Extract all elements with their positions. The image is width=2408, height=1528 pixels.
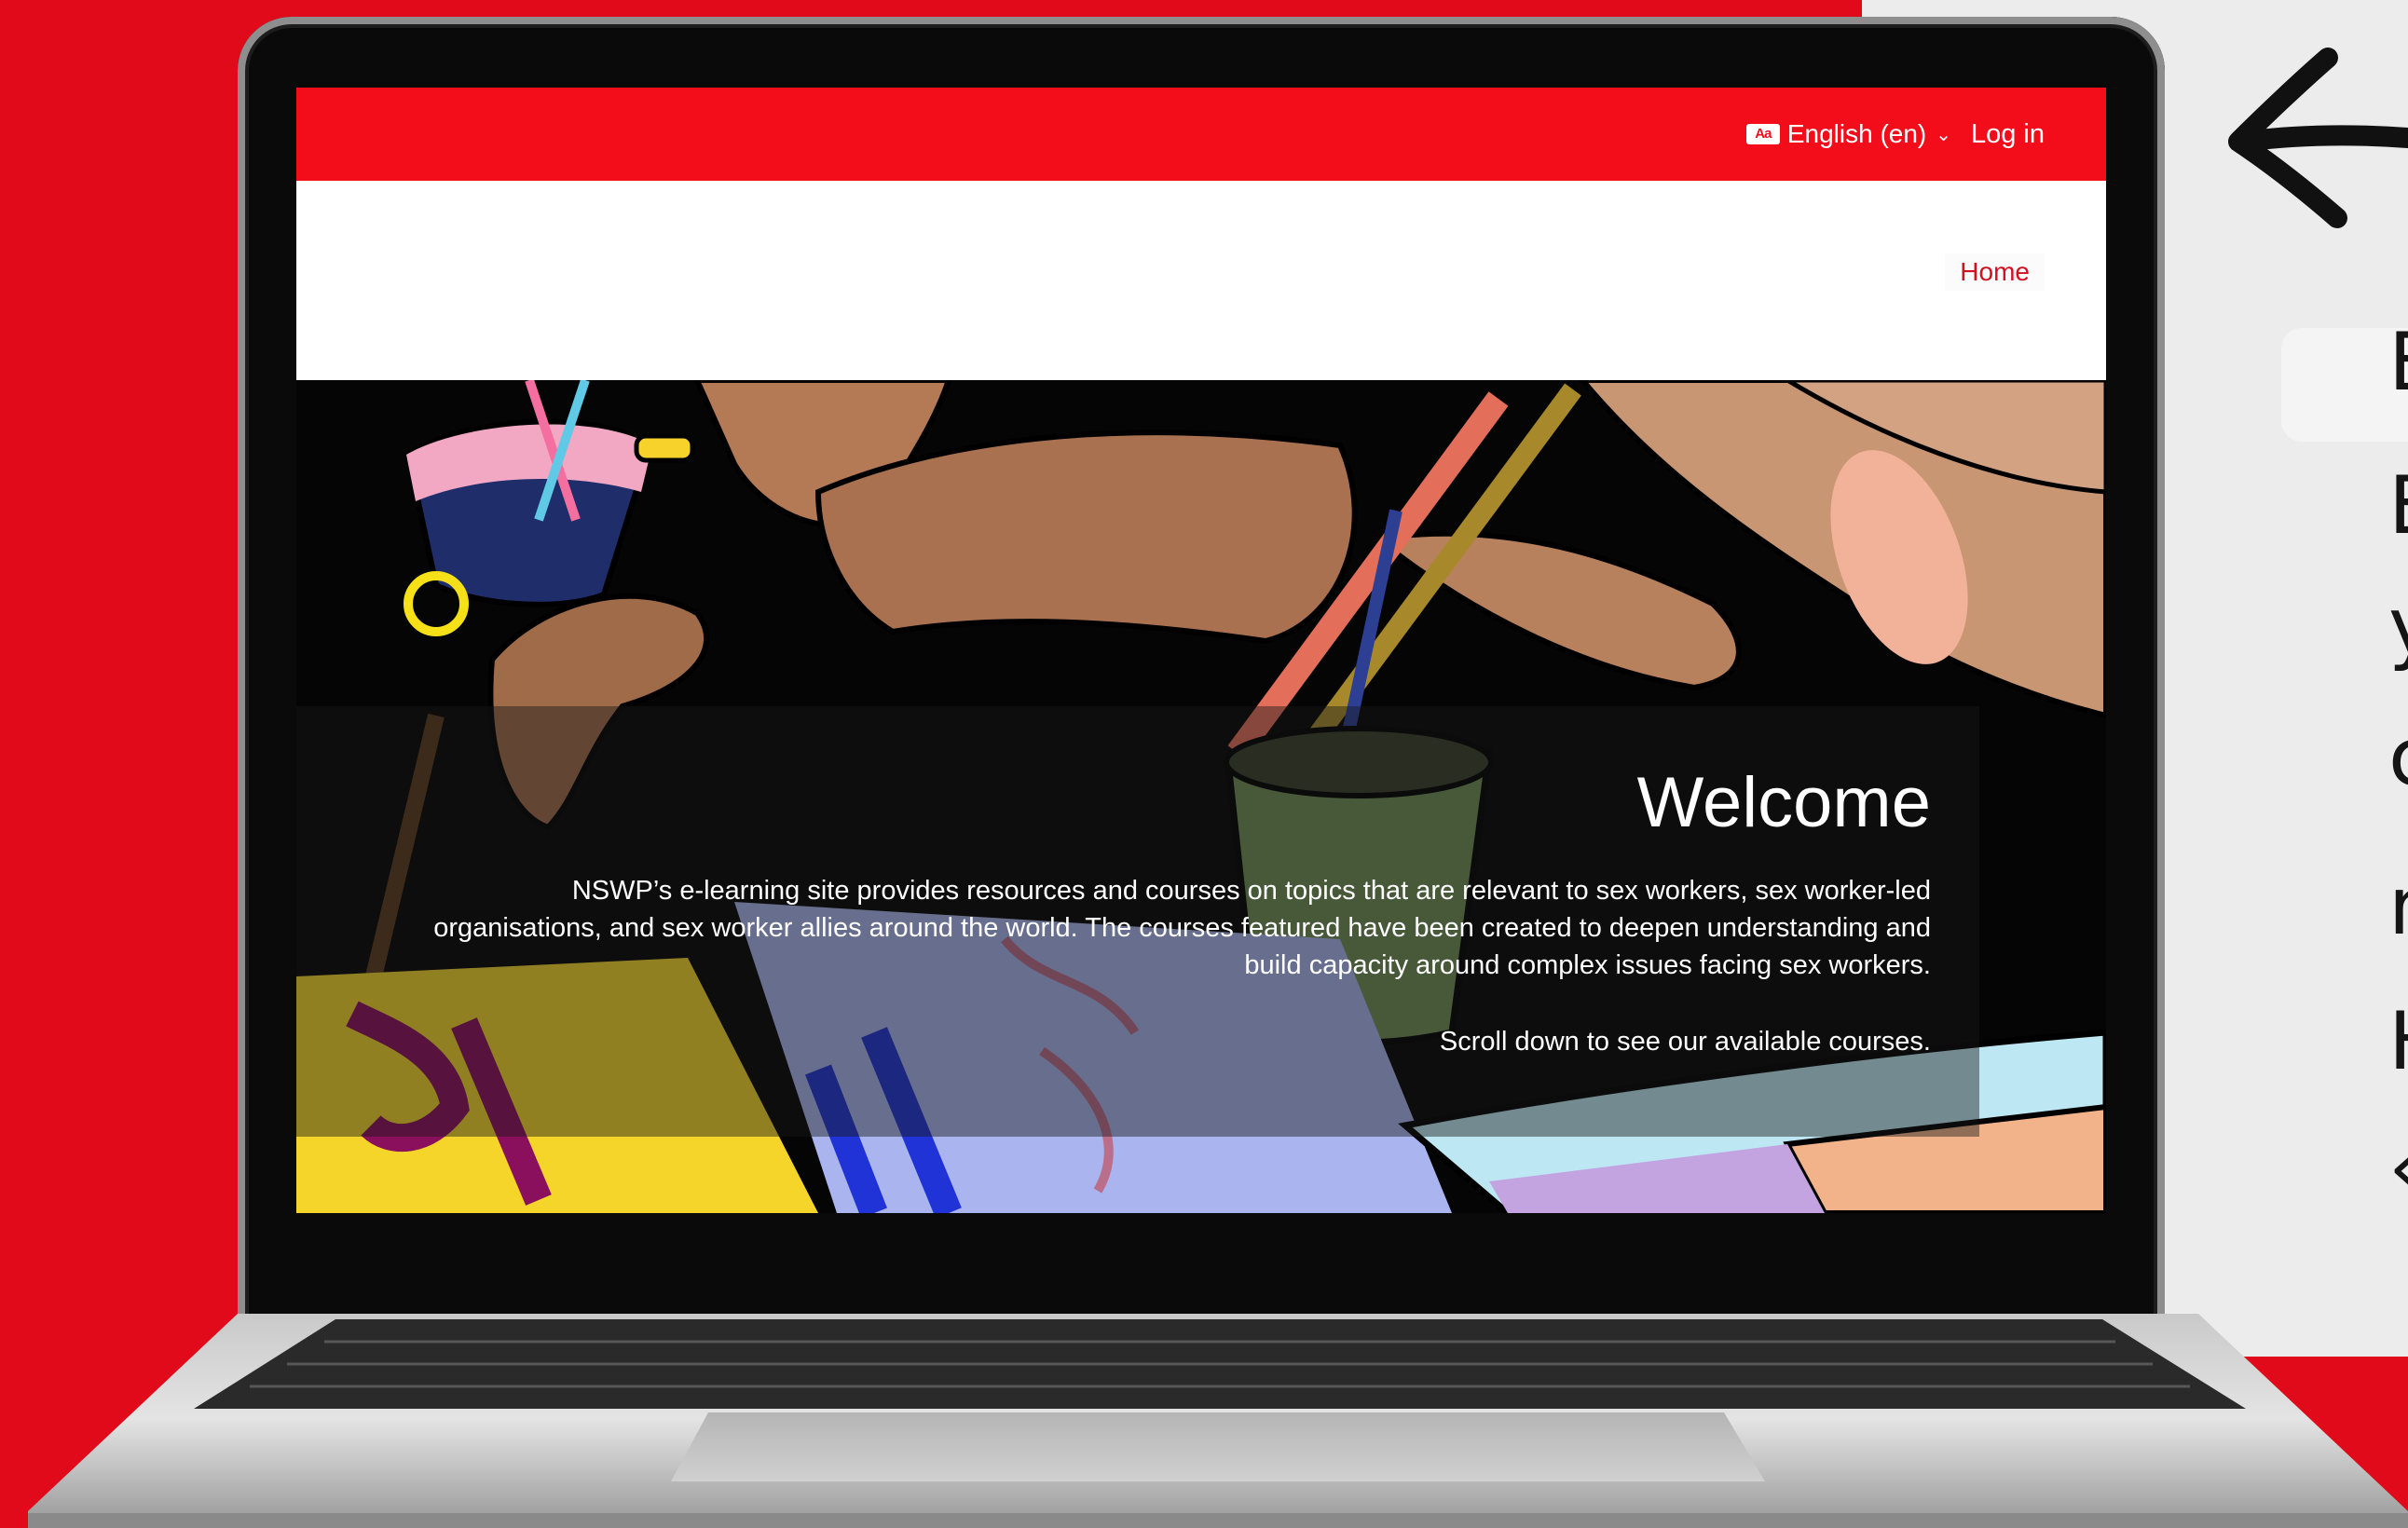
laptop-keyboard-base bbox=[28, 1314, 2408, 1528]
hero-title: Welcome bbox=[1636, 763, 1931, 842]
hero-banner: Welcome NSWP’s e-learning site provides … bbox=[296, 380, 2106, 1213]
arrow-left-icon bbox=[2228, 48, 2408, 228]
hero-scroll-note: Scroll down to see our available courses… bbox=[1439, 1027, 1931, 1057]
side-text-line-5: n bbox=[2388, 866, 2408, 947]
side-text-line-7: « bbox=[2388, 1127, 2408, 1207]
side-text-line-3: y bbox=[2388, 587, 2408, 667]
login-link[interactable]: Log in bbox=[1971, 116, 2045, 153]
language-icon: Aa bbox=[1745, 124, 1780, 144]
hero-intro-text: NSWP’s e-learning site provides resource… bbox=[433, 876, 1931, 980]
laptop-screen: Aa English (en) ⌄ Log in Home Welcome NS… bbox=[296, 88, 2106, 1213]
side-text-line-2: E bbox=[2388, 466, 2408, 546]
language-label: English (en) bbox=[1786, 119, 1927, 148]
side-text-line-1: E bbox=[2388, 322, 2408, 402]
nav-home-link[interactable]: Home bbox=[1945, 253, 2045, 291]
site-top-bar: Aa English (en) ⌄ Log in bbox=[296, 88, 2106, 181]
side-text-line-4: c bbox=[2388, 717, 2408, 798]
language-menu[interactable]: Aa English (en) ⌄ bbox=[1745, 116, 1951, 153]
site-navbar: Home bbox=[296, 181, 2106, 380]
side-text-line-6: H bbox=[2388, 1002, 2408, 1082]
chevron-down-icon: ⌄ bbox=[1936, 124, 1951, 145]
